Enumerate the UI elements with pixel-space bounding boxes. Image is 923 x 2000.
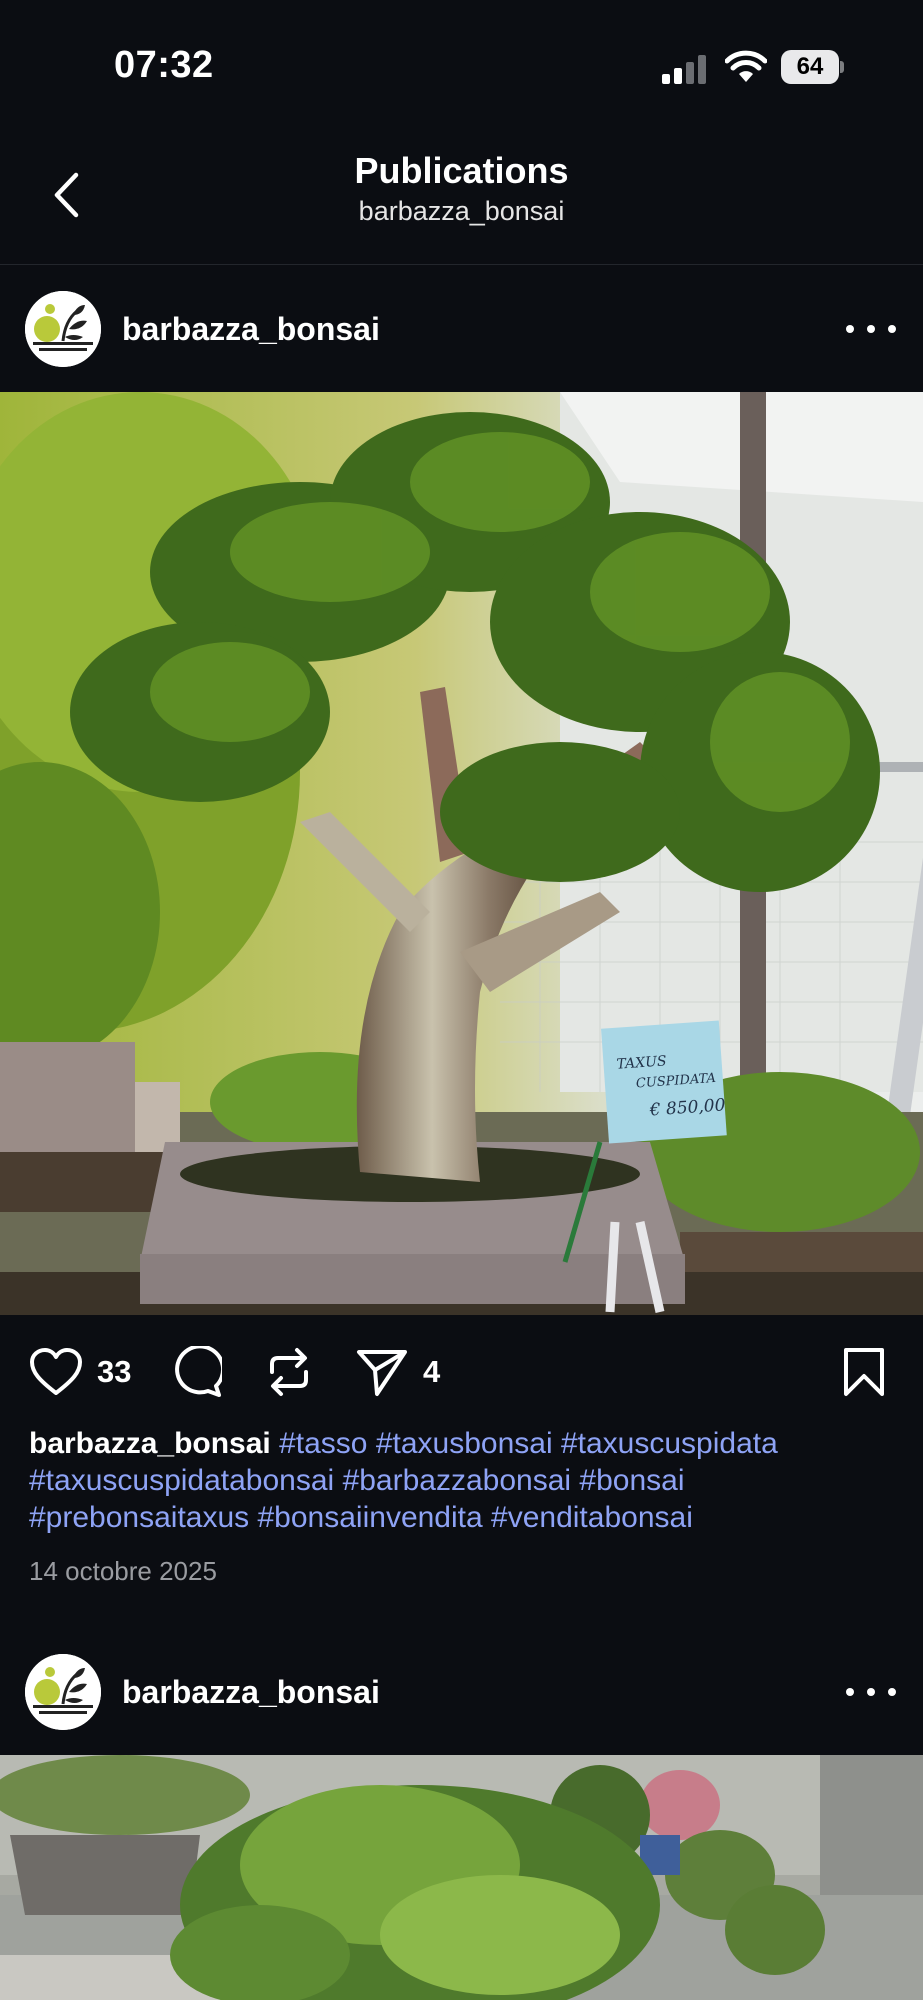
- bonsai-photo: [0, 1755, 923, 2000]
- comment-icon: [175, 1346, 222, 1397]
- hashtag[interactable]: #taxuscuspidata: [561, 1427, 778, 1460]
- post-username[interactable]: barbazza_bonsai: [122, 311, 380, 348]
- post-username[interactable]: barbazza_bonsai: [122, 1674, 380, 1711]
- repost-icon: [270, 1348, 308, 1396]
- bonsai-photo: TAXUS CUSPIDATA € 850,00: [0, 392, 923, 1315]
- brand-logo-icon: [25, 291, 101, 367]
- like-button[interactable]: 33: [29, 1345, 131, 1399]
- post-image[interactable]: TAXUS CUSPIDATA € 850,00: [0, 392, 923, 1315]
- hashtag[interactable]: #prebonsaitaxus: [29, 1501, 249, 1534]
- status-bar: 07:32 64: [0, 0, 923, 130]
- battery-icon: 64: [781, 50, 844, 84]
- bookmark-icon: [844, 1348, 884, 1396]
- more-options-button[interactable]: [846, 311, 896, 347]
- hashtag[interactable]: #barbazzabonsai: [343, 1464, 572, 1497]
- avatar[interactable]: [25, 291, 101, 367]
- signal-icon: [662, 54, 708, 84]
- more-options-button[interactable]: [846, 1674, 896, 1710]
- heart-icon: [30, 1348, 82, 1395]
- brand-logo-icon: [25, 1654, 101, 1730]
- hashtag[interactable]: #taxusbonsai: [376, 1427, 553, 1460]
- hashtag[interactable]: #taxuscuspidatabonsai: [29, 1464, 334, 1497]
- like-count: 33: [97, 1354, 132, 1389]
- hashtag[interactable]: #venditabonsai: [491, 1501, 693, 1534]
- share-button[interactable]: 4: [355, 1345, 440, 1399]
- hashtag[interactable]: #tasso: [279, 1427, 367, 1460]
- avatar[interactable]: [25, 1654, 101, 1730]
- share-count: 4: [423, 1354, 441, 1389]
- post-caption: barbazza_bonsai #tasso #taxusbonsai #tax…: [29, 1425, 899, 1536]
- comment-button[interactable]: [170, 1345, 222, 1399]
- hashtag[interactable]: #bonsai: [579, 1464, 684, 1497]
- more-horizontal-icon: [846, 325, 854, 333]
- send-icon: [357, 1350, 407, 1396]
- post-image[interactable]: [0, 1755, 923, 2000]
- post-date: 14 octobre 2025: [29, 1556, 217, 1586]
- post-header: barbazza_bonsai: [0, 265, 923, 391]
- caption-username[interactable]: barbazza_bonsai: [29, 1427, 271, 1460]
- save-button[interactable]: [842, 1345, 886, 1399]
- hashtag[interactable]: #bonsaiinvendita: [258, 1501, 483, 1534]
- more-horizontal-icon: [846, 1688, 854, 1696]
- page-title: Publications: [354, 150, 569, 191]
- page-subtitle: barbazza_bonsai: [358, 196, 565, 226]
- post-header: barbazza_bonsai: [0, 1628, 923, 1754]
- top-nav: Publications barbazza_bonsai: [0, 130, 923, 265]
- post-actions: 33 4: [0, 1315, 923, 1427]
- status-time: 07:32: [114, 44, 214, 86]
- repost-button[interactable]: [264, 1345, 314, 1399]
- battery-level: 64: [781, 50, 839, 84]
- wifi-icon: [725, 50, 767, 82]
